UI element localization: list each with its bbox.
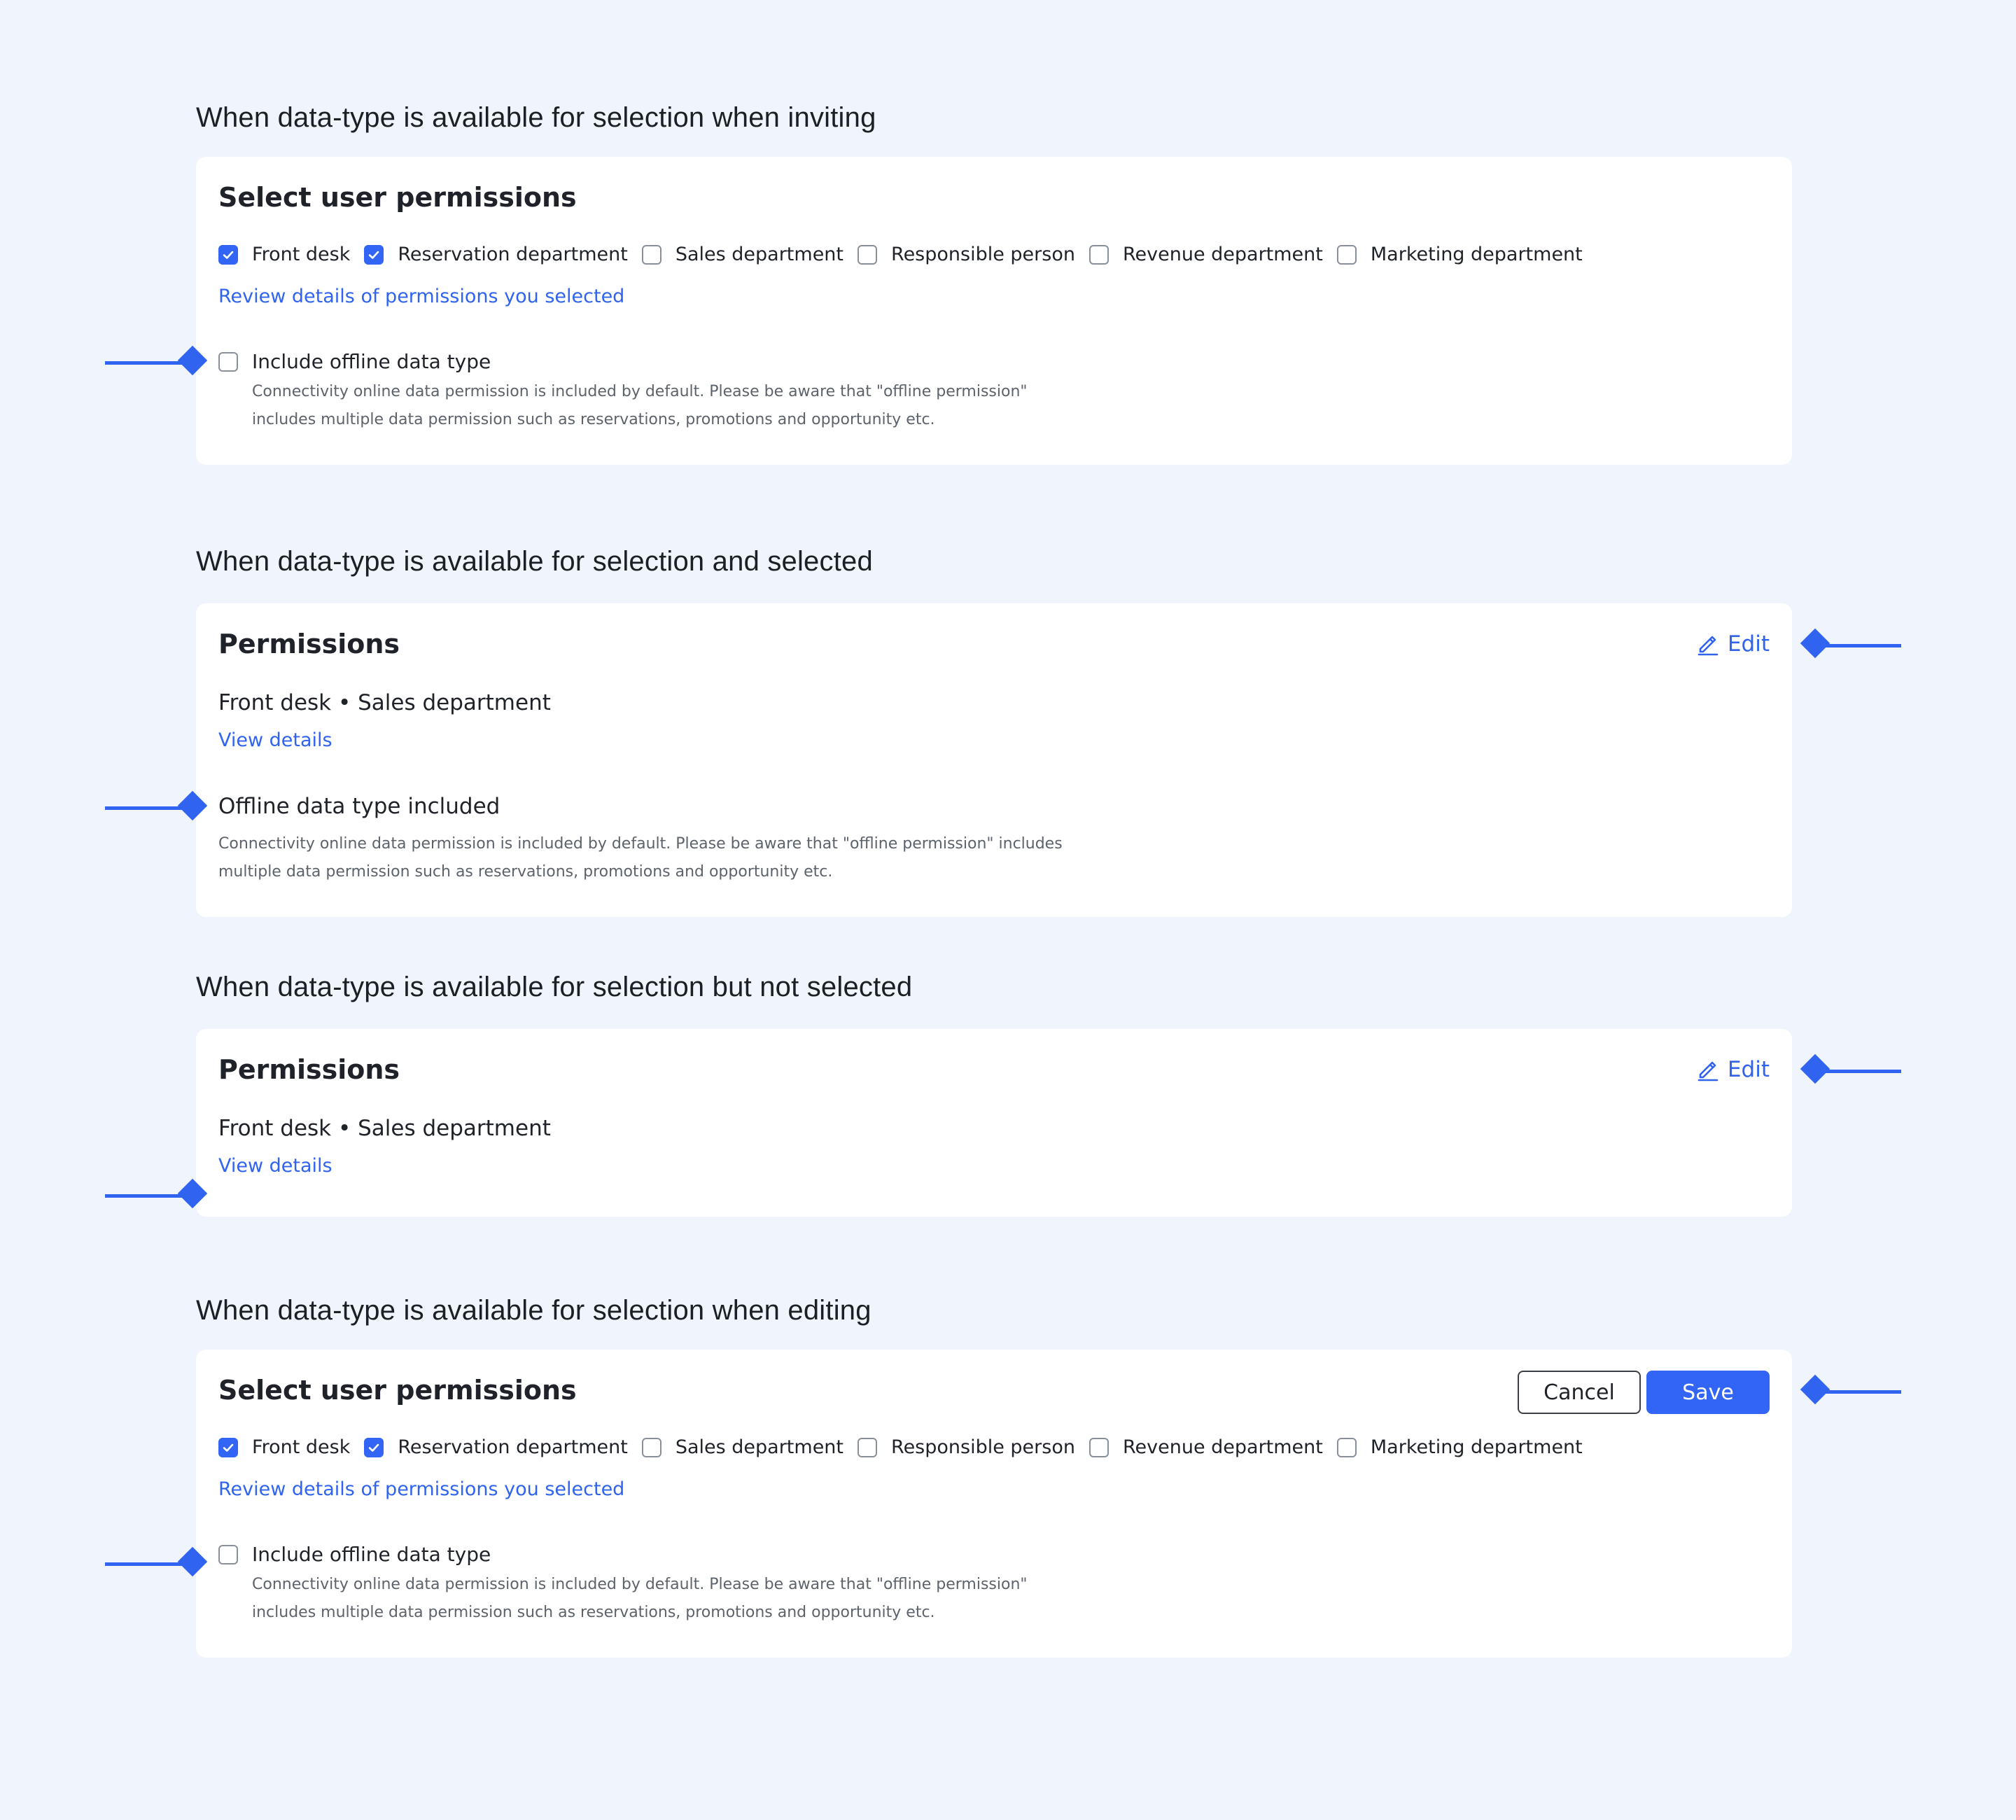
permissions-summary: Front desk • Sales department (218, 1116, 551, 1141)
permissions-summary: Front desk • Sales department (218, 690, 551, 715)
save-button[interactable]: Save (1646, 1371, 1770, 1414)
help-line-2: multiple data permission such as reserva… (218, 863, 833, 881)
card-title: Permissions (218, 1054, 400, 1085)
view-details-link[interactable]: View details (218, 1155, 332, 1177)
permissions-card-not-selected: Permissions Edit Front desk • Sales depa… (196, 1029, 1792, 1217)
annotation-marker (1800, 1054, 1912, 1085)
permission-label: Marketing department (1370, 244, 1583, 265)
edit-button[interactable]: Edit (1695, 631, 1770, 657)
permission-label: Reservation department (398, 1436, 628, 1458)
permission-label: Reservation department (398, 244, 628, 265)
pencil-icon (1698, 636, 1718, 656)
permissions-card-inviting: Select user permissions Front desk Reser… (196, 157, 1792, 465)
offline-data-type-option[interactable]: Include offline data type (218, 350, 491, 373)
permission-label: Revenue department (1122, 1436, 1323, 1458)
permission-label: Marketing department (1370, 1436, 1583, 1458)
section-heading-inviting: When data-type is available for selectio… (196, 102, 876, 133)
permission-option-marketing-department[interactable]: Marketing department (1336, 1436, 1583, 1458)
edit-button[interactable]: Edit (1695, 1057, 1770, 1082)
section-heading-selected: When data-type is available for selectio… (196, 546, 873, 577)
help-line-1: Connectivity online data permission is i… (252, 1576, 1028, 1593)
checkbox-unchecked[interactable] (858, 1437, 878, 1457)
permission-label: Revenue department (1122, 244, 1323, 265)
checkmark-icon (223, 251, 234, 259)
permissions-card-editing: Select user permissions Cancel Save Fron… (196, 1350, 1792, 1658)
checkbox-unchecked[interactable] (641, 244, 662, 265)
permission-option-responsible-person[interactable]: Responsible person (858, 1436, 1075, 1458)
card-title: Select user permissions (218, 1375, 577, 1406)
permission-label: Front desk (252, 1436, 351, 1458)
offline-help-text: Connectivity online data permission is i… (252, 378, 1028, 434)
edit-label: Edit (1727, 631, 1770, 657)
checkbox-unchecked[interactable] (858, 244, 878, 265)
section-heading-editing: When data-type is available for selectio… (196, 1295, 872, 1326)
permission-checkbox-row: Front desk Reservation department Sales … (218, 1436, 1597, 1458)
review-permissions-link[interactable]: Review details of permissions you select… (218, 286, 624, 307)
permission-option-reservation-department[interactable]: Reservation department (364, 244, 628, 265)
offline-checkbox[interactable] (218, 351, 238, 372)
offline-help-text: Connectivity online data permission is i… (252, 1571, 1028, 1627)
permission-label: Sales department (675, 244, 844, 265)
checkbox-checked[interactable] (364, 244, 384, 265)
checkmark-icon (369, 1443, 379, 1452)
section-heading-not-selected: When data-type is available for selectio… (196, 972, 913, 1002)
offline-checkbox[interactable] (218, 1544, 238, 1564)
annotation-marker (105, 790, 217, 822)
annotation-marker (105, 345, 217, 377)
help-line-1: Connectivity online data permission is i… (252, 383, 1028, 400)
offline-label: Include offline data type (252, 350, 491, 373)
card-title: Permissions (218, 629, 400, 659)
review-permissions-link[interactable]: Review details of permissions you select… (218, 1478, 624, 1500)
edit-label: Edit (1727, 1057, 1770, 1082)
checkbox-checked[interactable] (364, 1437, 384, 1457)
pencil-icon (1698, 1061, 1718, 1082)
annotation-marker (105, 1178, 217, 1210)
checkbox-unchecked[interactable] (1088, 244, 1109, 265)
permission-label: Sales department (675, 1436, 844, 1458)
offline-label: Include offline data type (252, 1543, 491, 1566)
offline-help-text: Connectivity online data permission is i… (218, 830, 1063, 886)
checkmark-icon (369, 251, 379, 259)
checkbox-checked[interactable] (218, 1437, 238, 1457)
checkbox-unchecked[interactable] (1336, 1437, 1357, 1457)
permission-label: Responsible person (891, 1436, 1075, 1458)
checkbox-unchecked[interactable] (641, 1437, 662, 1457)
permission-label: Front desk (252, 244, 351, 265)
checkbox-unchecked[interactable] (1088, 1437, 1109, 1457)
permission-option-reservation-department[interactable]: Reservation department (364, 1436, 628, 1458)
annotation-marker (1800, 628, 1912, 659)
view-details-link[interactable]: View details (218, 729, 332, 751)
checkbox-checked[interactable] (218, 244, 238, 265)
cancel-button[interactable]: Cancel (1518, 1371, 1641, 1414)
annotation-marker (105, 1546, 217, 1578)
permission-option-front-desk[interactable]: Front desk (218, 244, 350, 265)
permission-option-sales-department[interactable]: Sales department (641, 1436, 844, 1458)
permission-option-front-desk[interactable]: Front desk (218, 1436, 350, 1458)
offline-included-title: Offline data type included (218, 794, 500, 819)
card-title: Select user permissions (218, 182, 577, 213)
checkbox-unchecked[interactable] (1336, 244, 1357, 265)
permission-option-responsible-person[interactable]: Responsible person (858, 244, 1075, 265)
permission-checkbox-row: Front desk Reservation department Sales … (218, 244, 1597, 265)
permission-option-sales-department[interactable]: Sales department (641, 244, 844, 265)
help-line-2: includes multiple data permission such a… (252, 1604, 935, 1621)
permission-option-revenue-department[interactable]: Revenue department (1088, 244, 1323, 265)
permission-option-revenue-department[interactable]: Revenue department (1088, 1436, 1323, 1458)
permissions-card-selected: Permissions Edit Front desk • Sales depa… (196, 603, 1792, 917)
help-line-1: Connectivity online data permission is i… (218, 835, 1063, 853)
checkmark-icon (223, 1443, 234, 1452)
permission-option-marketing-department[interactable]: Marketing department (1336, 244, 1583, 265)
permission-label: Responsible person (891, 244, 1075, 265)
annotation-marker (1800, 1374, 1912, 1406)
offline-data-type-option[interactable]: Include offline data type (218, 1543, 491, 1566)
help-line-2: includes multiple data permission such a… (252, 411, 935, 428)
